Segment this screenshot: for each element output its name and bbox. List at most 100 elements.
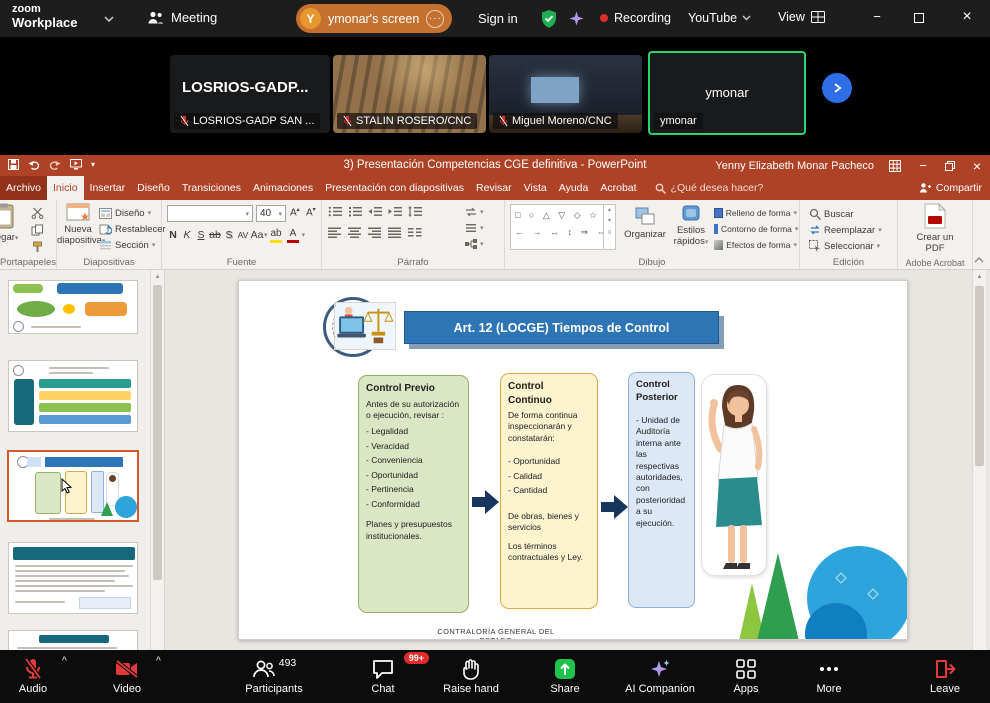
raise-hand-button[interactable]: Raise hand xyxy=(431,657,511,695)
line-spacing-icon[interactable] xyxy=(408,206,422,217)
decrease-indent-icon[interactable] xyxy=(368,206,382,217)
share-screen-button[interactable]: Share xyxy=(535,657,595,695)
slide-thumbnail-1[interactable] xyxy=(8,280,138,334)
tab-ayuda[interactable]: Ayuda xyxy=(553,176,595,200)
shield-check-icon[interactable] xyxy=(540,9,558,29)
view-menu[interactable]: View xyxy=(778,10,825,24)
redo-icon[interactable] xyxy=(49,160,61,170)
scrollbar-thumb[interactable] xyxy=(153,285,162,580)
arrange-button[interactable]: Organizar xyxy=(621,206,669,241)
change-case-button[interactable]: Aa xyxy=(250,227,264,243)
slide-canvas[interactable]: Art. 12 (LOCGE) Tiempos de Control Contr… xyxy=(238,280,908,640)
copy-icon[interactable] xyxy=(31,224,44,236)
slideshow-icon[interactable] xyxy=(70,159,82,170)
align-left-icon[interactable] xyxy=(328,227,342,238)
slide-thumbnail-4[interactable] xyxy=(8,542,138,614)
tab-revisar[interactable]: Revisar xyxy=(470,176,518,200)
chevron-down-icon[interactable] xyxy=(104,16,114,22)
video-tile-ymonar-active[interactable]: ymonar ymonar xyxy=(648,51,806,135)
thumbnails-scrollbar[interactable]: ▴ xyxy=(150,270,164,650)
strikethrough-button[interactable]: ab xyxy=(208,227,222,243)
screen-share-pill[interactable]: Y ymonar's screen ··· xyxy=(296,4,452,33)
slide-thumbnail-5[interactable] xyxy=(8,630,138,650)
window-maximize-button[interactable] xyxy=(914,13,924,23)
save-icon[interactable] xyxy=(8,159,19,170)
control-posterior-box[interactable]: Control Posterior - Unidad de Auditoría … xyxy=(628,372,695,608)
italic-button[interactable]: K xyxy=(180,227,194,243)
tab-presentacion[interactable]: Presentación con diapositivas xyxy=(319,176,470,200)
tab-animaciones[interactable]: Animaciones xyxy=(247,176,319,200)
youtube-menu[interactable]: YouTube xyxy=(688,11,751,25)
quick-styles-button[interactable]: Estilos rápidos▾ xyxy=(671,204,711,248)
new-slide-button[interactable]: Nueva diapositiva▾ xyxy=(57,203,99,247)
font-color-button[interactable]: A xyxy=(285,227,302,243)
sparkle-icon[interactable] xyxy=(568,10,585,27)
font-size-combo[interactable]: 40▾ xyxy=(256,205,286,222)
text-direction-button[interactable]: ▾ xyxy=(464,204,485,220)
more-options-icon[interactable]: ··· xyxy=(426,10,444,28)
window-close-button[interactable]: × xyxy=(956,8,978,26)
find-button[interactable]: Buscar xyxy=(808,206,883,222)
ai-companion-button[interactable]: AI Companion xyxy=(614,657,706,695)
participants-button[interactable]: 493 Participants xyxy=(238,657,310,695)
collapse-ribbon-icon[interactable] xyxy=(974,257,984,263)
tab-inicio[interactable]: Inicio xyxy=(47,176,84,200)
audio-button[interactable]: ^ Audio xyxy=(3,657,63,695)
highlight-color-button[interactable]: ab xyxy=(268,227,285,243)
scroll-up-arrow[interactable]: ▴ xyxy=(151,270,164,284)
qat-customize-icon[interactable]: ▾ xyxy=(91,160,95,169)
character-spacing-button[interactable]: AV xyxy=(236,227,250,243)
leave-button[interactable]: Leave xyxy=(912,657,978,695)
video-button[interactable]: ^ Video xyxy=(97,657,157,695)
next-participants-button[interactable] xyxy=(822,73,852,103)
more-button[interactable]: More xyxy=(799,657,859,695)
tab-insertar[interactable]: Insertar xyxy=(84,176,132,200)
columns-icon[interactable] xyxy=(408,227,422,238)
slide-thumbnail-2[interactable] xyxy=(8,360,138,432)
increase-font-icon[interactable]: A▴ xyxy=(290,206,300,218)
control-continuo-box[interactable]: Control Continuo De forma continua inspe… xyxy=(500,373,598,609)
font-name-combo[interactable]: ▾ xyxy=(167,205,253,222)
tab-archivo[interactable]: Archivo xyxy=(0,176,47,200)
ppt-close-button[interactable]: × xyxy=(970,158,984,174)
gallery-scroll[interactable]: ▴▾≡ xyxy=(603,205,615,249)
shape-outline-button[interactable]: Contorno de forma▾ xyxy=(713,221,798,237)
format-painter-icon[interactable] xyxy=(31,241,44,253)
layout-button[interactable]: Diseño▾ xyxy=(98,205,167,221)
cut-icon[interactable] xyxy=(31,207,44,219)
align-right-icon[interactable] xyxy=(368,227,382,238)
ribbon-options-grid-icon[interactable] xyxy=(889,160,901,172)
decrease-font-icon[interactable]: A▾ xyxy=(306,206,316,218)
tab-vista[interactable]: Vista xyxy=(518,176,553,200)
control-previo-box[interactable]: Control Previo Antes de su autorización … xyxy=(358,375,469,613)
shapes-gallery[interactable]: □ ○ △ ▽ ◇ ☆← → ↔ ↕ ⇒ ⇔ ▴▾≡ xyxy=(510,204,616,250)
underline-button[interactable]: S xyxy=(194,227,208,243)
justify-icon[interactable] xyxy=(388,227,402,238)
video-tile-stalin[interactable]: STALIN ROSERO/CNC xyxy=(333,55,486,133)
apps-button[interactable]: Apps xyxy=(716,657,776,695)
create-pdf-button[interactable]: Crear un PDF xyxy=(898,203,972,255)
window-minimize-button[interactable]: − xyxy=(866,9,888,24)
undo-icon[interactable] xyxy=(28,160,40,170)
meeting-tab[interactable]: Meeting xyxy=(148,10,217,25)
reset-button[interactable]: Restablecer xyxy=(98,221,167,237)
audio-options-chevron[interactable]: ^ xyxy=(62,655,67,665)
shape-fill-button[interactable]: Relleno de forma▾ xyxy=(713,205,798,221)
account-name[interactable]: Yenny Elizabeth Monar Pacheco xyxy=(715,160,874,172)
shape-effects-button[interactable]: Efectos de forma▾ xyxy=(713,237,798,253)
align-center-icon[interactable] xyxy=(348,227,362,238)
text-shadow-button[interactable]: S xyxy=(222,227,236,243)
smartart-button[interactable]: ▾ xyxy=(464,236,485,252)
replace-button[interactable]: Reemplazar▾ xyxy=(808,222,883,238)
tab-transiciones[interactable]: Transiciones xyxy=(176,176,247,200)
select-button[interactable]: Seleccionar▾ xyxy=(808,238,883,254)
tab-acrobat[interactable]: Acrobat xyxy=(594,176,642,200)
chat-button[interactable]: 99+ Chat xyxy=(353,657,413,695)
numbering-icon[interactable] xyxy=(348,206,362,217)
slide-title-banner[interactable]: Art. 12 (LOCGE) Tiempos de Control xyxy=(404,311,719,344)
tell-me-search[interactable]: ¿Qué desea hacer? xyxy=(649,176,770,200)
ppt-minimize-button[interactable]: − xyxy=(916,158,930,173)
video-tile-miguel[interactable]: Miguel Moreno/CNC xyxy=(489,55,642,133)
slide-thumbnail-3-selected[interactable] xyxy=(7,450,139,522)
bullets-icon[interactable] xyxy=(328,206,342,217)
